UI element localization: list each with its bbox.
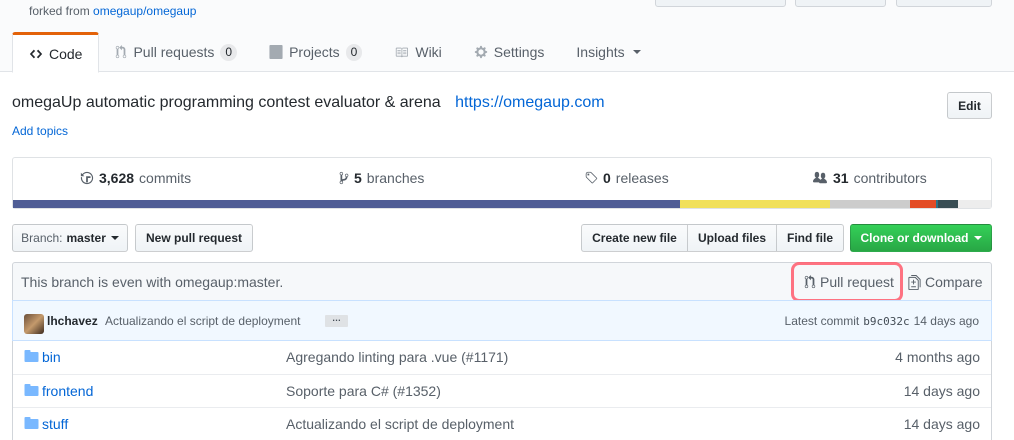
language-bar-segment[interactable] bbox=[909, 200, 937, 208]
commit-message[interactable]: Actualizando el script de deployment bbox=[105, 314, 300, 328]
tab-pull-requests[interactable]: Pull requests 0 bbox=[99, 32, 253, 72]
find-file-button[interactable]: Find file bbox=[776, 224, 844, 252]
contributors-link[interactable]: 31 contributors bbox=[812, 170, 927, 186]
annotation-highlight-box bbox=[791, 262, 903, 302]
folder-icon bbox=[24, 350, 39, 362]
compare-link[interactable]: Compare bbox=[908, 274, 983, 290]
contributors-count: 31 bbox=[833, 170, 849, 186]
releases-count: 0 bbox=[603, 170, 611, 186]
repo-summary: 3,628 commits 5 branches 0 releases 31 c… bbox=[12, 157, 992, 209]
branch-name: master bbox=[66, 231, 106, 245]
clone-or-download-button[interactable]: Clone or download bbox=[850, 224, 992, 252]
tab-insights-label: Insights bbox=[576, 44, 625, 60]
tab-code[interactable]: Code bbox=[12, 32, 100, 73]
file-name[interactable]: bin bbox=[42, 349, 61, 365]
tab-projects-label: Projects bbox=[289, 44, 340, 60]
file-commit-message[interactable]: Actualizando el script de deployment bbox=[286, 416, 514, 432]
chevron-down-icon bbox=[110, 236, 119, 240]
projects-counter: 0 bbox=[345, 43, 363, 61]
project-icon bbox=[269, 45, 283, 59]
tab-pull-requests-label: Pull requests bbox=[133, 44, 215, 60]
new-pull-request-button[interactable]: New pull request bbox=[135, 224, 253, 252]
language-bar[interactable] bbox=[13, 200, 991, 208]
file-age: 14 days ago bbox=[903, 383, 980, 399]
branch-prefix: Branch: bbox=[21, 231, 63, 245]
star-button[interactable] bbox=[795, 0, 886, 7]
repo-description: omegaUp automatic programming contest ev… bbox=[12, 94, 441, 111]
chevron-down-icon bbox=[632, 50, 641, 54]
tab-wiki-label: Wiki bbox=[415, 44, 442, 60]
forked-from-note: forked from omegaup/omegaup bbox=[29, 4, 196, 18]
tab-code-label: Code bbox=[49, 45, 83, 62]
forked-prefix: forked from bbox=[29, 4, 90, 18]
latest-commit-bar: lhchavez Actualizando el script de deplo… bbox=[12, 300, 992, 341]
clone-or-download-label: Clone or download bbox=[860, 231, 969, 245]
language-bar-segment[interactable] bbox=[829, 200, 910, 208]
file-commit-message[interactable]: Agregando linting para .vue (#1171) bbox=[286, 349, 508, 365]
repo-tabs: Code Pull requests 0 Projects 0 Wiki Set… bbox=[12, 32, 657, 73]
branches-label: branches bbox=[366, 170, 425, 186]
chevron-down-icon bbox=[973, 236, 982, 240]
commits-link[interactable]: 3,628 commits bbox=[80, 170, 191, 186]
create-new-file-button[interactable]: Create new file bbox=[581, 224, 688, 252]
file-age: 4 months ago bbox=[895, 349, 980, 365]
commit-author[interactable]: lhchavez bbox=[47, 314, 98, 328]
language-bar-segment[interactable] bbox=[679, 200, 830, 208]
file-commit-message[interactable]: Soporte para C# (#1352) bbox=[286, 383, 441, 399]
upload-files-button[interactable]: Upload files bbox=[687, 224, 777, 252]
folder-icon bbox=[24, 384, 39, 396]
branch-status-text: This branch is even with omegaup:master. bbox=[21, 274, 284, 290]
file-age: 14 days ago bbox=[903, 416, 980, 432]
edit-button[interactable]: Edit bbox=[947, 92, 992, 119]
forked-repo-link[interactable]: omegaup/omegaup bbox=[93, 4, 196, 18]
tab-settings-label: Settings bbox=[493, 44, 545, 60]
avatar[interactable] bbox=[24, 314, 44, 334]
branch-select-button[interactable]: Branch: master bbox=[12, 224, 128, 252]
tab-settings[interactable]: Settings bbox=[458, 32, 561, 72]
language-bar-segment[interactable] bbox=[938, 200, 958, 208]
code-icon bbox=[29, 49, 43, 58]
file-table: bin Agregando linting para .vue (#1171) … bbox=[12, 341, 992, 440]
table-row: stuff Actualizando el script de deployme… bbox=[13, 407, 991, 440]
latest-commit-info: Latest commit b9c032c 14 days ago bbox=[785, 314, 979, 328]
commit-age: 14 days ago bbox=[913, 314, 979, 328]
table-row: bin Agregando linting para .vue (#1171) … bbox=[13, 341, 991, 374]
history-icon bbox=[80, 171, 94, 185]
people-icon bbox=[813, 171, 827, 184]
fork-button[interactable] bbox=[896, 0, 992, 7]
gear-icon bbox=[474, 45, 487, 59]
tab-wiki[interactable]: Wiki bbox=[378, 32, 457, 72]
diff-icon bbox=[908, 274, 921, 290]
tab-insights[interactable]: Insights bbox=[560, 32, 656, 72]
git-pull-request-icon bbox=[116, 45, 127, 59]
file-name[interactable]: frontend bbox=[42, 383, 93, 399]
contributors-label: contributors bbox=[853, 170, 927, 186]
git-branch-icon bbox=[339, 171, 349, 185]
branches-link[interactable]: 5 branches bbox=[339, 170, 424, 186]
repo-description-row: omegaUp automatic programming contest ev… bbox=[12, 94, 605, 112]
commit-sha[interactable]: b9c032c bbox=[863, 315, 909, 328]
releases-label: releases bbox=[615, 170, 669, 186]
branches-count: 5 bbox=[354, 170, 362, 186]
latest-commit-prefix: Latest commit bbox=[784, 314, 860, 328]
commits-count: 3,628 bbox=[99, 170, 135, 186]
language-bar-segment[interactable] bbox=[13, 200, 680, 208]
watch-button[interactable] bbox=[655, 0, 786, 7]
commits-label: commits bbox=[139, 170, 192, 186]
releases-link[interactable]: 0 releases bbox=[584, 170, 669, 186]
folder-icon bbox=[24, 417, 39, 429]
repo-homepage-link[interactable]: https://omegaup.com bbox=[455, 94, 604, 111]
add-topics-link[interactable]: Add topics bbox=[12, 124, 68, 138]
book-icon bbox=[396, 47, 409, 57]
expand-commit-button[interactable]: … bbox=[325, 314, 348, 327]
language-bar-segment[interactable] bbox=[957, 200, 991, 208]
compare-label: Compare bbox=[925, 274, 983, 290]
pull-requests-counter: 0 bbox=[220, 43, 238, 61]
tab-projects[interactable]: Projects 0 bbox=[253, 32, 378, 72]
tag-icon bbox=[585, 171, 598, 184]
table-row: frontend Soporte para C# (#1352) 14 days… bbox=[13, 374, 991, 407]
file-name[interactable]: stuff bbox=[42, 416, 68, 432]
